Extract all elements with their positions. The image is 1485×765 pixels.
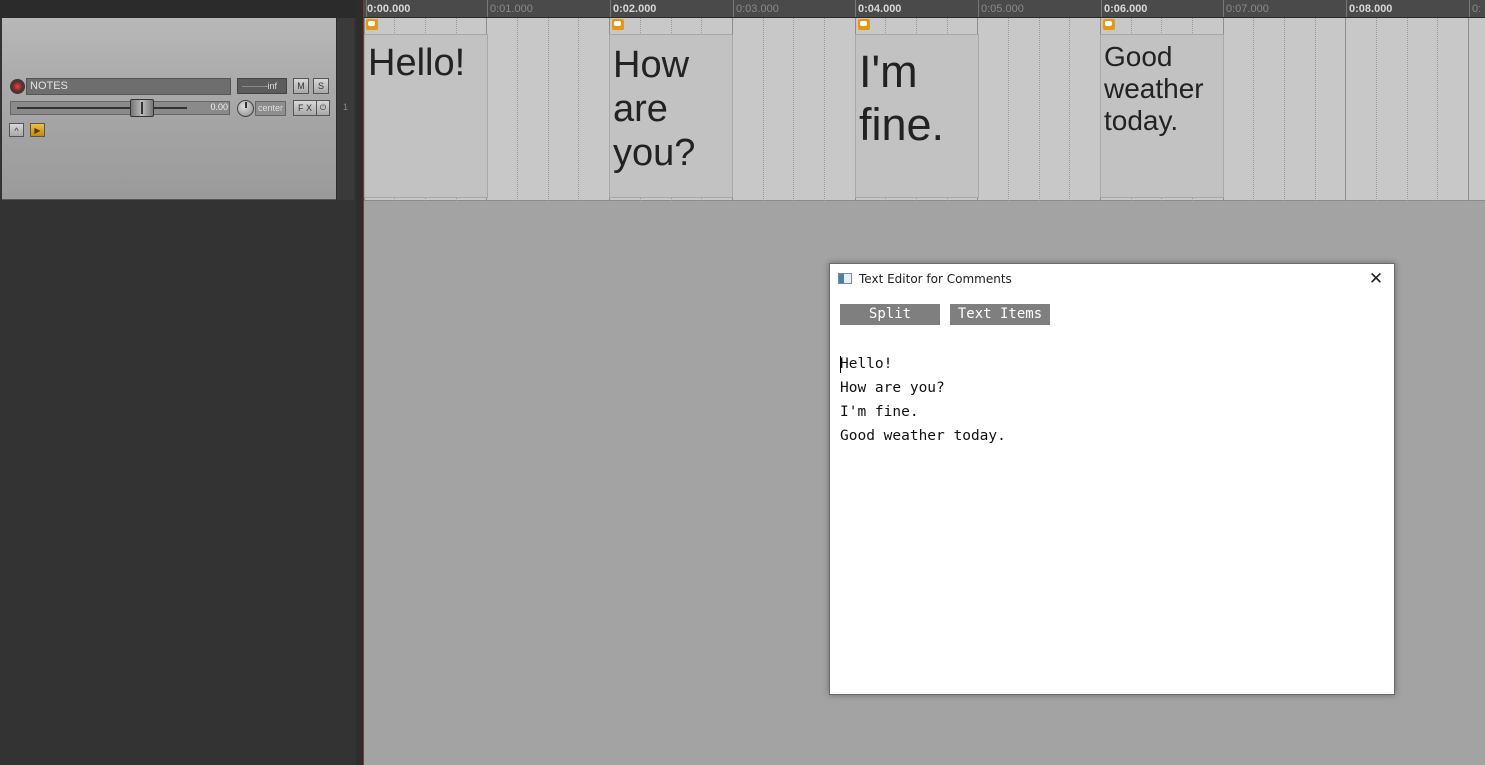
gridline	[1039, 18, 1040, 201]
close-icon[interactable]: ✕	[1366, 269, 1386, 289]
fx-bypass-icon[interactable]: ⏻	[316, 100, 330, 116]
dialog-titlebar[interactable]: Text Editor for Comments ✕	[830, 264, 1394, 294]
text-item-label: Good weather today.	[1104, 41, 1204, 137]
text-item[interactable]: I'm fine.	[855, 34, 979, 198]
ruler-label: 0:00.000	[367, 3, 411, 15]
ruler-tick	[855, 0, 856, 17]
text-item-label: I'm fine.	[859, 46, 945, 151]
ruler-tick	[733, 0, 734, 17]
reaper-window: 1 NOTES -inf M S 0.00 center F X ⏻ ^ ▶ 0…	[0, 0, 1485, 765]
text-item[interactable]: Good weather today.	[1100, 34, 1224, 198]
ruler-tick	[610, 0, 611, 17]
ruler-tick	[487, 0, 488, 17]
track-control-area: 1 NOTES -inf M S 0.00 center F X ⏻ ^ ▶	[0, 0, 356, 765]
envelope-button[interactable]: ^	[9, 123, 24, 137]
gridline	[763, 18, 764, 201]
ruler-label: 0:	[1472, 3, 1482, 15]
track-number: 1	[343, 102, 349, 112]
timeline-ruler[interactable]: 0:00.000 0:01.000 0:02.000 0:03.000 0:04…	[356, 0, 1485, 18]
volume-fader-handle[interactable]	[130, 99, 154, 117]
gridline	[548, 18, 549, 201]
volume-fader-line	[17, 107, 187, 109]
gridline	[1468, 18, 1469, 201]
text-items-button[interactable]: Text Items	[950, 304, 1050, 325]
ruler-label: 0:07.000	[1226, 3, 1269, 15]
gridline	[1315, 18, 1316, 201]
ruler-label: 0:06.000	[1104, 3, 1148, 15]
gridline	[517, 18, 518, 201]
note-icon[interactable]	[366, 19, 378, 30]
split-button[interactable]: Split	[840, 304, 940, 325]
comment-text-editor[interactable]: Hello! How are you? I'm fine. Good weath…	[840, 352, 1384, 684]
editor-line: Good weather today.	[840, 428, 1006, 444]
ruler-tick	[1469, 0, 1470, 17]
gridline	[1253, 18, 1254, 201]
volume-fader-value: 0.00	[210, 102, 228, 112]
gridline	[1069, 18, 1070, 201]
text-item-label: Hello!	[368, 42, 466, 84]
tcp-header-strip	[0, 0, 356, 18]
gridline	[1376, 18, 1377, 201]
ruler-tick	[1223, 0, 1224, 17]
window-app-icon	[838, 273, 852, 284]
fx-button[interactable]: F X	[293, 100, 317, 116]
gridline	[793, 18, 794, 201]
mute-button[interactable]: M	[293, 78, 309, 94]
editor-line: Hello!	[840, 356, 893, 372]
pan-knob[interactable]	[237, 100, 254, 117]
item-play-icon[interactable]: ▶	[30, 123, 45, 137]
text-caret	[840, 356, 841, 373]
gridline	[1437, 18, 1438, 201]
editor-line: How are you?	[840, 380, 945, 396]
gridline	[824, 18, 825, 201]
gridline	[1008, 18, 1009, 201]
text-editor-dialog: Text Editor for Comments ✕ Split Text It…	[829, 263, 1395, 695]
ruler-label: 0:05.000	[981, 3, 1024, 15]
gridline	[1407, 18, 1408, 201]
text-item-label: How are you?	[613, 44, 696, 175]
gridline	[578, 18, 579, 201]
dialog-title: Text Editor for Comments	[859, 272, 1012, 286]
track-name-field[interactable]: NOTES	[26, 78, 231, 95]
ruler-label: 0:03.000	[736, 3, 779, 15]
ruler-label: 0:04.000	[858, 3, 902, 15]
ruler-label: 0:08.000	[1349, 3, 1393, 15]
text-item[interactable]: How are you?	[609, 34, 733, 198]
volume-meter-readout: -inf	[237, 78, 287, 94]
pan-value-label: center	[255, 101, 286, 116]
ruler-tick	[1346, 0, 1347, 17]
note-icon[interactable]	[612, 19, 624, 30]
solo-button[interactable]: S	[313, 78, 329, 94]
ruler-tick	[978, 0, 979, 17]
ruler-label: 0:02.000	[613, 3, 657, 15]
editor-line: I'm fine.	[840, 404, 919, 420]
ruler-label: 0:01.000	[490, 3, 533, 15]
text-item[interactable]: Hello!	[364, 34, 488, 198]
record-arm-button[interactable]	[10, 79, 25, 94]
note-icon[interactable]	[858, 19, 870, 30]
note-icon[interactable]	[1103, 19, 1115, 30]
gridline	[1345, 18, 1346, 201]
ruler-tick	[1101, 0, 1102, 17]
gridline	[1284, 18, 1285, 201]
arrange-edge	[356, 0, 364, 765]
